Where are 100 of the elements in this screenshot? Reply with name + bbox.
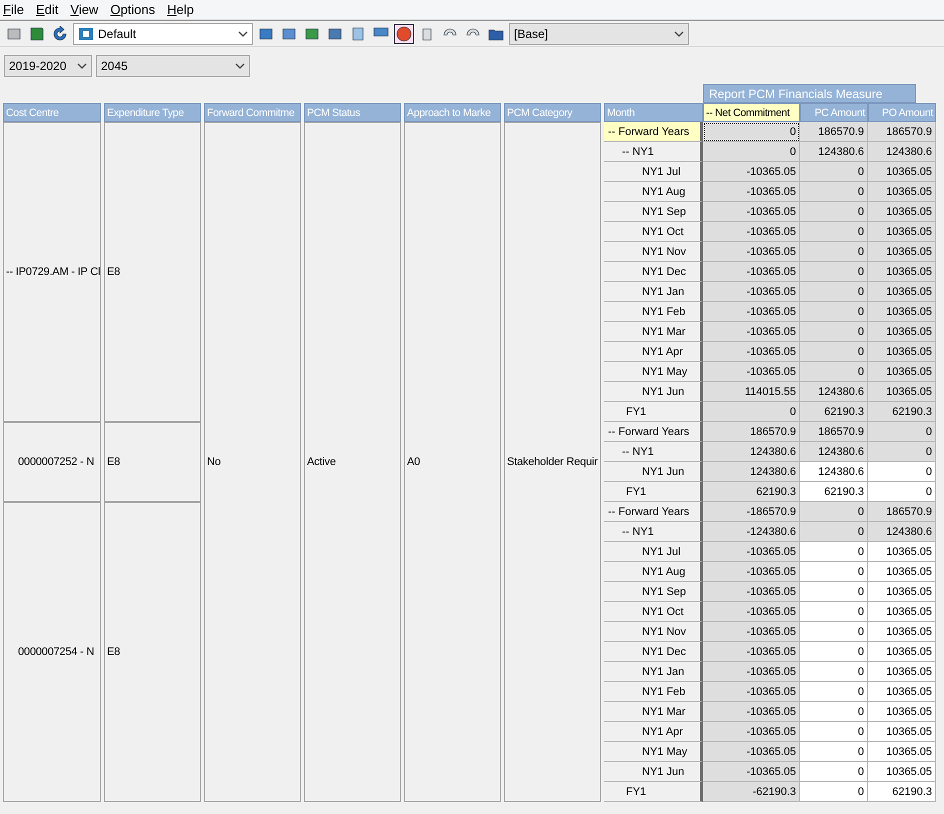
table-cell: 0 bbox=[800, 702, 868, 722]
row-header[interactable]: NY1 Jun bbox=[604, 382, 703, 402]
row-header[interactable]: NY1 Jun bbox=[604, 462, 703, 482]
row-header[interactable]: NY1 Jan bbox=[604, 662, 703, 682]
table-cell: -10365.05 bbox=[703, 742, 800, 762]
row-header[interactable]: -- Forward Years bbox=[604, 422, 703, 442]
table-cell: 10365.05 bbox=[868, 322, 936, 342]
row-header[interactable]: FY1 bbox=[604, 402, 703, 422]
table-cell: 0 bbox=[800, 662, 868, 682]
table-cell: -10365.05 bbox=[703, 682, 800, 702]
row-header[interactable]: NY1 Dec bbox=[604, 262, 703, 282]
table-cell: -62190.3 bbox=[703, 782, 800, 802]
table-cell: -10365.05 bbox=[703, 342, 800, 362]
table-cell: 10365.05 bbox=[868, 182, 936, 202]
row-header[interactable]: NY1 Aug bbox=[604, 182, 703, 202]
row-header[interactable]: -- NY1 bbox=[604, 442, 703, 462]
row-header[interactable]: NY1 Dec bbox=[604, 642, 703, 662]
table-cell: E8 bbox=[104, 502, 201, 802]
table-cell: 0 bbox=[800, 642, 868, 662]
row-header[interactable]: NY1 Apr bbox=[604, 722, 703, 742]
row-header[interactable]: NY1 Feb bbox=[604, 302, 703, 322]
table-cell: -186570.9 bbox=[703, 502, 800, 522]
table-cell: 124380.6 bbox=[800, 462, 868, 482]
table-cell: -124380.6 bbox=[703, 522, 800, 542]
table-cell: 10365.05 bbox=[868, 302, 936, 322]
row-header[interactable]: NY1 May bbox=[604, 742, 703, 762]
row-header[interactable]: NY1 Jun bbox=[604, 762, 703, 782]
view-dropdown[interactable]: Default bbox=[73, 22, 253, 44]
row-header[interactable]: FY1 bbox=[604, 482, 703, 502]
table-cell: 0 bbox=[800, 362, 868, 382]
table-cell: -10365.05 bbox=[703, 282, 800, 302]
table-cell: -10365.05 bbox=[703, 222, 800, 242]
row-header[interactable]: -- NY1 bbox=[604, 522, 703, 542]
table-cell: 0 bbox=[800, 762, 868, 782]
table-cell: 62190.3 bbox=[868, 782, 936, 802]
menu-item[interactable]: File bbox=[0, 2, 33, 17]
table-cell: 114015.55 bbox=[703, 382, 800, 402]
table-cell: 0 bbox=[800, 722, 868, 742]
table-cell: 0 bbox=[800, 182, 868, 202]
row-header[interactable]: NY1 Jul bbox=[604, 162, 703, 182]
table-cell: 186570.9 bbox=[703, 422, 800, 442]
row-header[interactable]: NY1 Apr bbox=[604, 342, 703, 362]
table-cell: 10365.05 bbox=[868, 722, 936, 742]
row-header[interactable]: -- NY1 bbox=[604, 142, 703, 162]
row-header[interactable]: NY1 Feb bbox=[604, 682, 703, 702]
table-cell: 10365.05 bbox=[868, 262, 936, 282]
table-cell: 0 bbox=[703, 402, 800, 422]
scenario-dropdown[interactable]: [Base] bbox=[509, 22, 689, 44]
table-cell: -10365.05 bbox=[703, 582, 800, 602]
row-header[interactable]: -- Forward Years bbox=[604, 502, 703, 522]
table-cell: E8 bbox=[104, 122, 201, 422]
row-header[interactable]: FY1 bbox=[604, 782, 703, 802]
row-header[interactable]: NY1 Oct bbox=[604, 222, 703, 242]
filter-dropdown[interactable]: 2045 bbox=[96, 55, 250, 77]
table-cell: 62190.3 bbox=[800, 402, 868, 422]
table-cell: E8 bbox=[104, 422, 201, 502]
row-header[interactable]: NY1 Nov bbox=[604, 622, 703, 642]
table-cell: 10365.05 bbox=[868, 702, 936, 722]
row-header[interactable]: NY1 Sep bbox=[604, 582, 703, 602]
row-header[interactable]: NY1 May bbox=[604, 362, 703, 382]
row-header[interactable]: NY1 Sep bbox=[604, 202, 703, 222]
table-cell: Active bbox=[304, 122, 401, 802]
table-cell: 10365.05 bbox=[868, 542, 936, 562]
table-cell: 0 bbox=[868, 462, 936, 482]
menu-item[interactable]: Options bbox=[107, 2, 164, 17]
row-header[interactable]: NY1 Oct bbox=[604, 602, 703, 622]
filter-dropdown[interactable]: 2019-2020 bbox=[4, 55, 92, 77]
table-cell: 0000007252 - N bbox=[3, 422, 101, 502]
menu-item[interactable]: Edit bbox=[32, 2, 68, 17]
table-cell: -10365.05 bbox=[703, 622, 800, 642]
table-cell: 0 bbox=[703, 122, 800, 142]
row-header[interactable]: NY1 Aug bbox=[604, 562, 703, 582]
table-cell: 0 bbox=[800, 322, 868, 342]
table-cell: 0 bbox=[800, 222, 868, 242]
row-header[interactable]: NY1 Nov bbox=[604, 242, 703, 262]
menu-item[interactable]: Help bbox=[164, 2, 203, 17]
table-cell: -10365.05 bbox=[703, 202, 800, 222]
table-cell: 0 bbox=[800, 522, 868, 542]
table-cell: Stakeholder Requir bbox=[504, 122, 601, 802]
row-header[interactable]: NY1 Jan bbox=[604, 282, 703, 302]
table-cell: 0 bbox=[800, 282, 868, 302]
table-cell: 62190.3 bbox=[868, 402, 936, 422]
column-header[interactable]: -- Net Commitment bbox=[703, 103, 800, 122]
table-cell: -10365.05 bbox=[703, 362, 800, 382]
table-cell: 0 bbox=[800, 242, 868, 262]
table-cell: 10365.05 bbox=[868, 582, 936, 602]
table-cell: 0000007254 - N bbox=[3, 502, 101, 802]
menu-item[interactable]: View bbox=[67, 2, 108, 17]
table-cell: 0 bbox=[800, 782, 868, 802]
row-header[interactable]: NY1 Mar bbox=[604, 322, 703, 342]
table-cell: 186570.9 bbox=[800, 122, 868, 142]
row-header[interactable]: NY1 Jul bbox=[604, 542, 703, 562]
table-cell: 0 bbox=[868, 422, 936, 442]
table-cell: 10365.05 bbox=[868, 742, 936, 762]
table-cell: -10365.05 bbox=[703, 662, 800, 682]
row-header[interactable]: -- Forward Years bbox=[604, 122, 703, 142]
table-cell: 10365.05 bbox=[868, 642, 936, 662]
table-cell: 62190.3 bbox=[800, 482, 868, 502]
row-header[interactable]: NY1 Mar bbox=[604, 702, 703, 722]
table-cell: 62190.3 bbox=[703, 482, 800, 502]
